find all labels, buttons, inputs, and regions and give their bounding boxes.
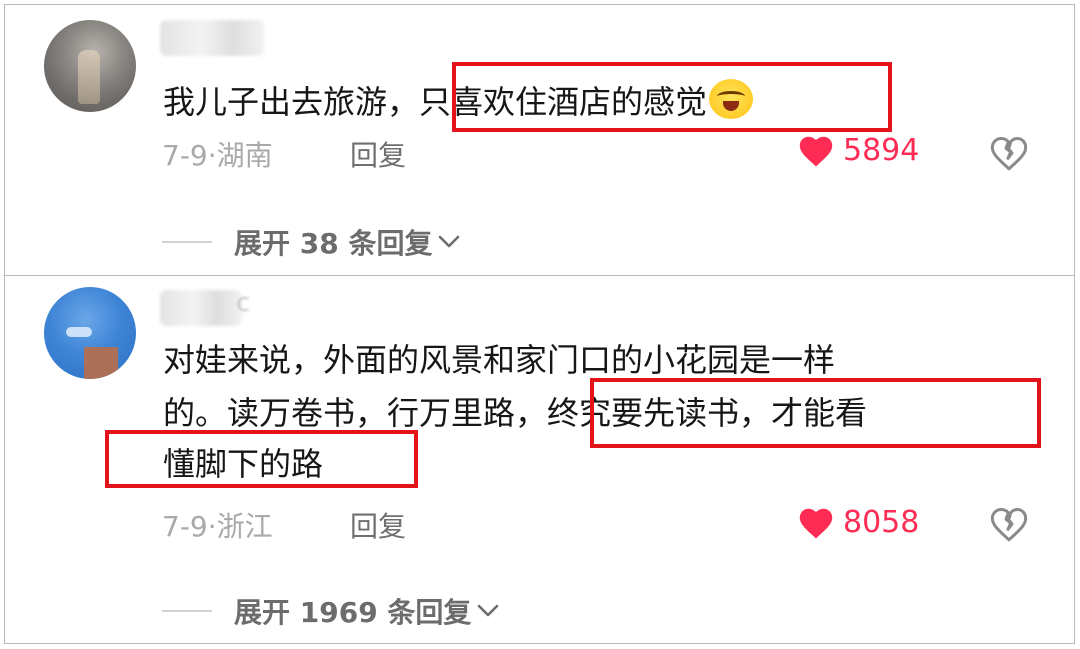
- comment-meta: 7-9·湖南: [162, 134, 273, 174]
- chevron-down-icon: [439, 235, 460, 248]
- broken-heart-icon: [990, 137, 1028, 171]
- expand-replies-button[interactable]: 展开 1969 条回复: [162, 591, 499, 631]
- like-button[interactable]: 8058: [797, 505, 919, 540]
- red-highlight-box: [105, 430, 418, 488]
- expand-replies-label: 展开 38 条回复: [234, 227, 433, 260]
- meta-separator: ·: [207, 510, 217, 543]
- expand-replies-label: 展开 1969 条回复: [234, 596, 472, 629]
- comment-location: 湖南: [216, 139, 273, 172]
- red-highlight-box: [590, 378, 1041, 448]
- avatar[interactable]: [44, 20, 136, 112]
- comment-text-line-1: 对娃来说，外面的风景和家门口的小花园是一样: [163, 341, 836, 379]
- expand-replies-button[interactable]: 展开 38 条回复: [162, 222, 460, 262]
- avatar-cloud: [66, 327, 92, 337]
- avatar-figure: [78, 50, 100, 104]
- like-count: 8058: [843, 505, 920, 540]
- username-suffix: c: [236, 288, 251, 318]
- red-highlight-box: [452, 62, 892, 132]
- reply-button[interactable]: 回复: [350, 505, 406, 545]
- divider-line: [162, 241, 212, 243]
- comment-date: 7-9: [162, 139, 208, 172]
- heart-icon: [799, 136, 833, 166]
- comment-text-plain: 我儿子出去旅游，: [163, 83, 420, 121]
- comment-date: 7-9: [162, 510, 208, 543]
- avatar-building: [84, 347, 118, 379]
- avatar[interactable]: [44, 287, 136, 379]
- heart-icon: [799, 508, 833, 538]
- comment-text-plain: 的。读万卷书，行万里路，: [163, 394, 548, 432]
- username-blurred[interactable]: [160, 290, 242, 326]
- comment-location: 浙江: [216, 510, 273, 543]
- divider-line: [162, 610, 212, 612]
- comment-meta: 7-9·浙江: [162, 505, 273, 545]
- like-button[interactable]: 5894: [797, 133, 919, 168]
- broken-heart-icon: [990, 508, 1028, 542]
- dislike-button[interactable]: [989, 505, 1029, 547]
- like-count: 5894: [843, 133, 920, 168]
- chevron-down-icon: [478, 604, 499, 617]
- meta-separator: ·: [207, 139, 217, 172]
- dislike-button[interactable]: [989, 134, 1029, 176]
- reply-button[interactable]: 回复: [350, 134, 406, 174]
- username-blurred[interactable]: [160, 20, 264, 56]
